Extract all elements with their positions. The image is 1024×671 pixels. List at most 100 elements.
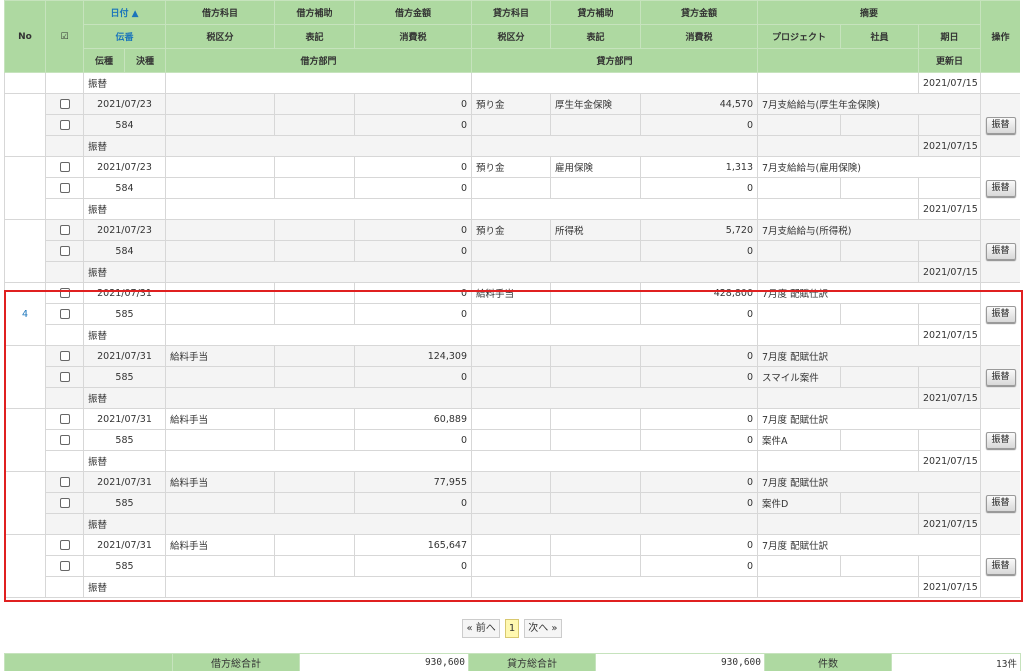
col-notation: 表記 (274, 24, 355, 49)
row-checkbox[interactable] (59, 162, 70, 172)
entry-summary: 7月度 配賦仕訳 (756, 345, 982, 367)
entry-credit-tax: 0 (640, 366, 758, 388)
col-credit-tax-class: 税区分 (471, 24, 551, 49)
table-row: 584 0 0 (5, 114, 1021, 136)
checkbox-icon[interactable]: ☑ (60, 32, 68, 42)
entry-credit-amount: 0 (640, 471, 758, 493)
credit-total-label: 貸方総合計 (468, 653, 596, 671)
row-checkbox[interactable] (59, 435, 70, 445)
entry-credit-amount: 0 (640, 408, 758, 430)
transfer-button[interactable]: 振替 (985, 242, 1016, 260)
entry-debit-account (165, 156, 275, 178)
table-row: 2021/07/31 給料手当 60,889 0 7月度 配賦仕訳 振替 (4, 408, 1020, 472)
next-page-link[interactable]: 次へ » (524, 619, 562, 638)
sort-date[interactable]: 日付 ▲ (83, 0, 166, 25)
entry-slip: 585 (83, 366, 166, 388)
entry-debit-tax: 0 (354, 114, 472, 136)
row-checkbox[interactable] (59, 288, 70, 298)
entry-project (757, 555, 841, 577)
entry-date: 2021/07/31 (83, 471, 166, 493)
entry-no-link[interactable]: 4 (22, 309, 28, 320)
entry-credit-amount: 428,800 (640, 282, 758, 304)
entry-slip: 585 (83, 555, 166, 577)
entry-slip: 584 (83, 177, 166, 199)
col-credit-consumption-tax: 消費税 (640, 24, 758, 49)
table-row: 585 0 0 (5, 555, 1021, 577)
table-row: 585 0 0 案件D (5, 492, 1021, 514)
current-page[interactable]: 1 (504, 619, 520, 638)
sort-slip[interactable]: 伝番 (83, 24, 166, 49)
col-project: プロジェクト (757, 24, 841, 49)
entry-date: 2021/07/31 (83, 345, 166, 367)
entry-credit-account (471, 534, 551, 556)
col-credit-sub: 貸方補助 (550, 0, 641, 25)
journal-table: No ☑ 日付 ▲ 借方科目 借方補助 借方金額 貸方科目 貸方補助 貸方金額 … (4, 0, 1020, 598)
prev-page-link[interactable]: « 前へ (462, 619, 500, 638)
select-all-checkbox[interactable]: ☑ (45, 0, 84, 73)
col-credit-dept: 貸方部門 (471, 48, 758, 73)
row-checkbox[interactable] (59, 246, 70, 256)
entry-type: 振替 (83, 324, 166, 346)
entry-project: 案件D (757, 492, 841, 514)
transfer-button[interactable]: 振替 (985, 116, 1016, 134)
table-row: 2021/07/23 0 預り金 所得税 5,720 7月支給給与(所得税) 振替 (4, 219, 1020, 283)
row-checkbox[interactable] (59, 225, 70, 235)
credit-total-value: 930,600 (595, 653, 765, 671)
entry-credit-account (471, 471, 551, 493)
table-row: 振替 2021/07/15 (5, 324, 1021, 346)
table-row: 585 0 0 スマイル案件 (5, 366, 1021, 388)
entry-date: 2021/07/31 (83, 534, 166, 556)
entry-debit-tax: 0 (354, 492, 472, 514)
entry-type: 振替 (83, 72, 166, 94)
table-row: 585 0 0 (5, 303, 1021, 325)
entry-slip: 585 (83, 429, 166, 451)
entry-slip: 584 (83, 240, 166, 262)
row-checkbox[interactable] (59, 540, 70, 550)
entry-updated: 2021/07/15 (917, 450, 982, 472)
transfer-button[interactable]: 振替 (985, 431, 1016, 449)
row-checkbox[interactable] (59, 120, 70, 130)
entry-debit-amount: 0 (354, 156, 472, 178)
row-checkbox[interactable] (59, 351, 70, 361)
entry-debit-account: 給料手当 (165, 408, 275, 430)
col-no: No (4, 0, 46, 73)
count-label: 件数 (764, 653, 892, 671)
transfer-button[interactable]: 振替 (985, 494, 1016, 512)
row-checkbox[interactable] (59, 183, 70, 193)
row-checkbox[interactable] (59, 372, 70, 382)
entry-debit-tax: 0 (354, 177, 472, 199)
table-row: 振替 2021/07/15 (4, 72, 1020, 94)
table-row: 振替 2021/07/15 (5, 261, 1021, 283)
col-slip-type: 伝種 (83, 48, 125, 73)
entry-project: 案件A (757, 429, 841, 451)
pagination: « 前へ 1 次へ » (0, 619, 1024, 638)
entry-no[interactable]: 4 (4, 282, 46, 346)
row-checkbox[interactable] (59, 498, 70, 508)
col-updated: 更新日 (917, 48, 982, 73)
entry-date: 2021/07/31 (83, 408, 166, 430)
table-row: 584 0 0 (5, 240, 1021, 262)
transfer-button[interactable]: 振替 (985, 305, 1016, 323)
entry-slip: 584 (83, 114, 166, 136)
entry-debit-account (165, 93, 275, 115)
entry-credit-sub (550, 534, 641, 556)
journal-grid: No ☑ 日付 ▲ 借方科目 借方補助 借方金額 貸方科目 貸方補助 貸方金額 … (4, 0, 1020, 607)
col-debit-sub: 借方補助 (274, 0, 355, 25)
col-due-date: 期日 (917, 24, 982, 49)
row-checkbox[interactable] (59, 477, 70, 487)
table-row: 584 0 0 (5, 177, 1021, 199)
entry-debit-amount: 165,647 (354, 534, 472, 556)
entry-updated: 2021/07/15 (917, 198, 982, 220)
entry-updated: 2021/07/15 (917, 387, 982, 409)
row-checkbox[interactable] (59, 414, 70, 424)
entry-credit-sub: 厚生年金保険 (550, 93, 641, 115)
entry-summary: 7月支給給与(厚生年金保険) (756, 93, 982, 115)
transfer-button[interactable]: 振替 (985, 179, 1016, 197)
row-checkbox[interactable] (59, 309, 70, 319)
entry-type: 振替 (83, 450, 166, 472)
debit-total-value: 930,600 (299, 653, 469, 671)
row-checkbox[interactable] (59, 99, 70, 109)
transfer-button[interactable]: 振替 (985, 557, 1016, 575)
transfer-button[interactable]: 振替 (985, 368, 1016, 386)
row-checkbox[interactable] (59, 561, 70, 571)
